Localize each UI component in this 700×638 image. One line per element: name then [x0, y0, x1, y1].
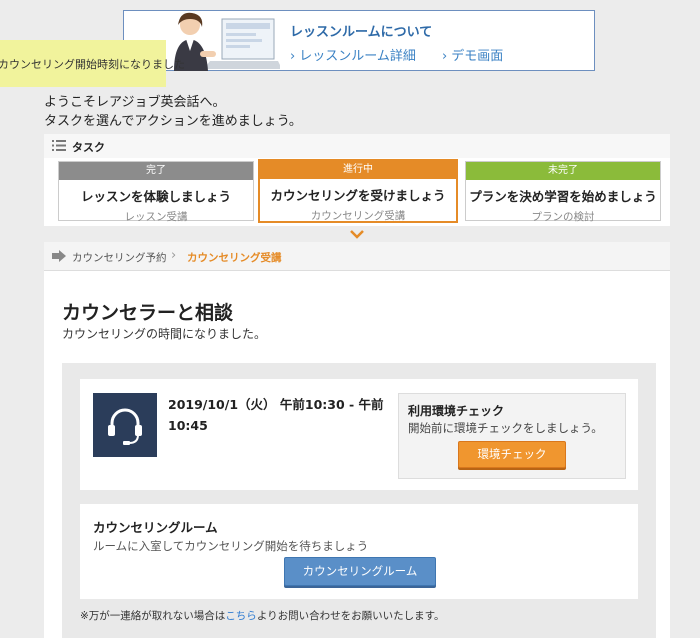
- task-title: カウンセリングを受けましょう: [270, 188, 446, 203]
- welcome-line-2: タスクを選んでアクションを進めましょう。: [44, 114, 302, 129]
- arrow-right-icon: [52, 250, 66, 262]
- breadcrumb-step-reservation: カウンセリング予約: [72, 252, 167, 264]
- task-card-plan[interactable]: 未完了 プランを決め学習を始めましょう プランの検討: [465, 161, 661, 223]
- task-list: 完了 レッスンを体験しましょう レッスン受講 進行中 カウンセリングを受けましょ…: [44, 158, 670, 226]
- environment-check-button[interactable]: 環境チェック: [458, 441, 566, 468]
- task-title: プランを決め学習を始めましょう: [469, 189, 657, 204]
- banner-title: レッスンルームについて: [290, 25, 433, 40]
- lesson-room-detail-link[interactable]: › レッスンルーム詳細: [290, 45, 416, 64]
- page-subtitle: カウンセリングの時間になりました。: [62, 327, 267, 341]
- task-card-lesson[interactable]: 完了 レッスンを体験しましょう レッスン受講: [58, 161, 254, 223]
- task-section-header: タスク: [44, 134, 670, 159]
- breadcrumb-step-counseling: カウンセリング受講: [187, 252, 282, 264]
- counseling-start-notice: カウンセリング開始時刻になりました: [0, 40, 185, 87]
- contact-link[interactable]: こちら: [225, 610, 257, 622]
- chevron-right-icon: ›: [442, 49, 448, 64]
- contact-footnote: ※万が一連絡が取れない場合はこちらよりお問い合わせをお願いいたします。: [80, 610, 445, 622]
- task-card-counseling[interactable]: 進行中 カウンセリングを受けましょう カウンセリング受講: [258, 159, 458, 223]
- list-icon: [52, 140, 66, 151]
- counseling-room-button[interactable]: カウンセリングルーム: [284, 557, 436, 586]
- counseling-datetime: 2019/10/1（火） 午前10:30 - 午前10:45: [168, 397, 384, 433]
- counseling-room-title: カウンセリングルーム: [93, 520, 218, 535]
- task-header-label: タスク: [72, 141, 105, 154]
- page-title: カウンセラーと相談: [62, 302, 234, 324]
- task-subtitle: プランの検討: [531, 211, 595, 223]
- demo-screen-link[interactable]: › デモ画面: [442, 45, 503, 64]
- chevron-right-icon: ›: [171, 248, 177, 263]
- task-title: レッスンを体験しましょう: [80, 189, 231, 204]
- task-status-badge: 完了: [59, 162, 253, 180]
- task-subtitle: レッスン受講: [124, 211, 188, 223]
- task-status-badge: 未完了: [466, 162, 660, 180]
- chevron-down-icon: [350, 230, 364, 239]
- lesson-room-banner: レッスンルームについて › レッスンルーム詳細 › デモ画面: [123, 10, 595, 71]
- welcome-line-1: ようこそレアジョブ英会話へ。: [44, 95, 226, 110]
- chevron-right-icon: ›: [290, 49, 296, 64]
- task-status-badge: 進行中: [260, 161, 456, 179]
- task-subtitle: カウンセリング受講: [310, 210, 406, 222]
- environment-check-title: 利用環境チェック: [408, 404, 505, 418]
- counseling-room-text: ルームに入室してカウンセリング開始を待ちましょう: [93, 539, 369, 553]
- headset-icon: [93, 393, 157, 457]
- breadcrumb: カウンセリング予約 › カウンセリング受講: [44, 242, 670, 271]
- environment-check-text: 開始前に環境チェックをしましょう。: [408, 421, 603, 435]
